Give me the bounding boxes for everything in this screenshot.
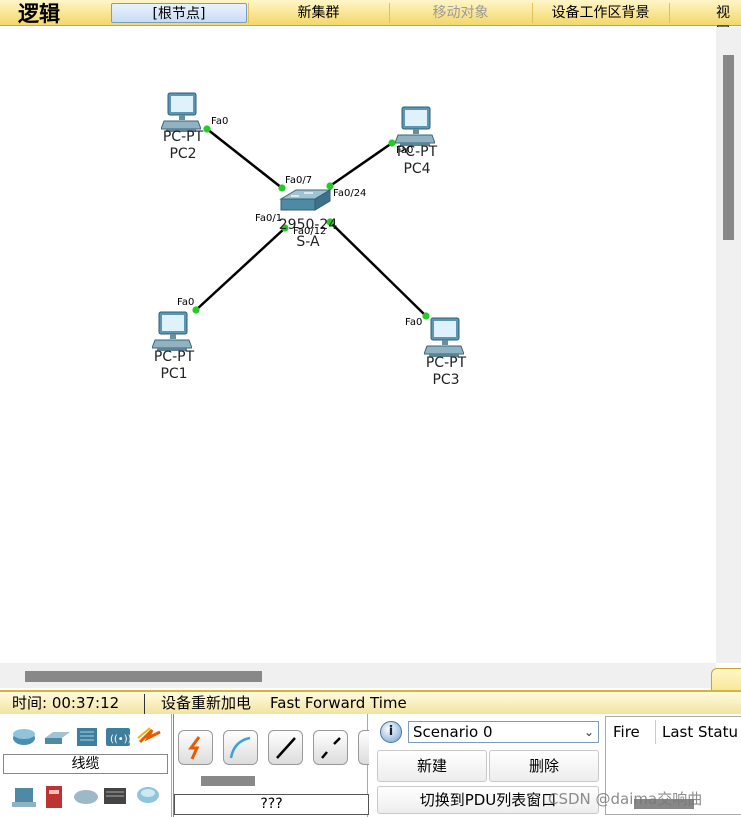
crossover-cable-tool[interactable] bbox=[313, 730, 348, 765]
security-category-icon[interactable] bbox=[46, 786, 62, 808]
link-pc2-switch[interactable] bbox=[206, 128, 283, 189]
pc4-type-label: PC-PT bbox=[396, 144, 438, 160]
more-cable-tool[interactable] bbox=[358, 730, 369, 765]
port-label-switch-pc1: Fa0/1 bbox=[255, 213, 283, 224]
hub-category-icon[interactable] bbox=[77, 728, 97, 746]
pc1-icon[interactable] bbox=[152, 311, 192, 352]
port-label-pc3: Fa0 bbox=[405, 317, 423, 328]
col-header-fire[interactable]: Fire bbox=[613, 717, 640, 747]
link-pc3-switch[interactable] bbox=[329, 221, 427, 317]
info-icon[interactable]: i bbox=[380, 721, 402, 743]
auto-connection-tool[interactable] bbox=[178, 730, 213, 765]
pc3-type-label: PC-PT bbox=[425, 355, 467, 371]
connection-subtype-label: ??? bbox=[174, 794, 369, 815]
status-bar: 时间: 00:37:12 设备重新加电 Fast Forward Time bbox=[0, 690, 741, 714]
pc1-name-label: PC1 bbox=[160, 366, 188, 382]
router-category-icon[interactable] bbox=[13, 729, 35, 745]
horizontal-scroll-thumb[interactable] bbox=[25, 671, 262, 682]
port-label-pc2: Fa0 bbox=[211, 116, 229, 127]
port-label-pc4: Fa0 bbox=[396, 145, 414, 156]
scenario-select[interactable]: Scenario 0 ⌄ bbox=[408, 721, 599, 743]
device-category-panel: ((•)) 线缆 bbox=[0, 714, 172, 817]
device-category-row2 bbox=[12, 786, 159, 808]
wan-emulation-category-icon[interactable] bbox=[74, 790, 98, 804]
port-label-switch-pc4: Fa0/24 bbox=[333, 188, 367, 199]
fast-forward-button[interactable]: Fast Forward Time bbox=[270, 692, 407, 714]
custom-device-category-icon[interactable] bbox=[104, 788, 126, 804]
vertical-scroll-thumb[interactable] bbox=[723, 55, 734, 240]
topology-canvas bbox=[152, 92, 464, 358]
switch-icon[interactable] bbox=[279, 189, 332, 211]
watermark-text: CSDN @daima交响曲 bbox=[548, 790, 703, 808]
col-header-last-status[interactable]: Last Statu bbox=[662, 717, 738, 747]
status-divider bbox=[144, 694, 145, 714]
connection-scroll-thumb[interactable] bbox=[201, 776, 255, 786]
scenario-select-value: Scenario 0 bbox=[413, 723, 493, 741]
delete-scenario-button[interactable]: 删除 bbox=[489, 750, 599, 782]
pc2-type-label: PC-PT bbox=[162, 129, 204, 145]
pc3-icon[interactable] bbox=[424, 317, 464, 358]
pc2-name-label: PC2 bbox=[169, 146, 197, 162]
power-cycle-button[interactable]: 设备重新加电 bbox=[161, 692, 251, 714]
connection-type-panel: ??? bbox=[173, 714, 369, 817]
category-name-label: 线缆 bbox=[3, 754, 168, 774]
bottom-panel: ((•)) 线缆 ??? i Scenario 0 ⌄ 新建 删除 切换到PDU… bbox=[0, 714, 741, 817]
pc4-name-label: PC4 bbox=[403, 161, 431, 177]
multiuser-category-icon[interactable] bbox=[137, 787, 159, 803]
port-label-switch-pc2: Fa0/7 bbox=[285, 175, 313, 186]
port-label-pc1: Fa0 bbox=[177, 297, 195, 308]
pc2-icon[interactable] bbox=[161, 92, 201, 133]
pc1-type-label: PC-PT bbox=[153, 349, 195, 365]
switch-category-icon[interactable] bbox=[45, 732, 70, 744]
chevron-down-icon: ⌄ bbox=[583, 725, 594, 739]
pc4-icon[interactable] bbox=[395, 106, 435, 147]
wireless-category-icon[interactable]: ((•)) bbox=[106, 728, 132, 746]
end-device-category-icon[interactable] bbox=[12, 788, 36, 807]
new-scenario-button[interactable]: 新建 bbox=[377, 750, 487, 782]
col-divider bbox=[655, 720, 656, 744]
pc3-name-label: PC3 bbox=[432, 372, 460, 388]
port-label-switch-pc3: Fa0/12 bbox=[293, 226, 327, 237]
connections-category-icon[interactable] bbox=[137, 727, 161, 744]
straight-through-cable-tool[interactable] bbox=[268, 730, 303, 765]
console-cable-tool[interactable] bbox=[223, 730, 258, 765]
svg-text:((•)): ((•)) bbox=[110, 734, 132, 745]
sim-time: 时间: 00:37:12 bbox=[12, 694, 120, 712]
link-pc4-switch[interactable] bbox=[329, 141, 393, 188]
